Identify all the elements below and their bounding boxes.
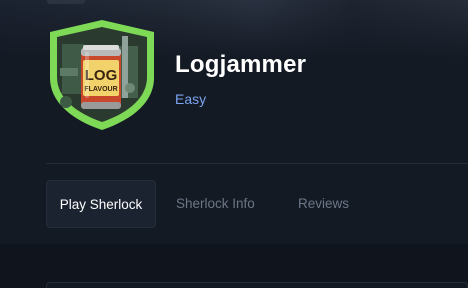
content-card <box>46 282 468 288</box>
tab-reviews[interactable]: Reviews <box>298 180 349 228</box>
sherlock-page: LOG FLAVOUR Logjammer Easy Play Sherlock… <box>0 0 468 288</box>
logo-label-line2: FLAVOUR <box>84 86 117 93</box>
difficulty-label: Easy <box>175 91 207 107</box>
back-button[interactable] <box>47 0 85 4</box>
logo-label-line1: LOG <box>85 67 118 84</box>
tab-play-sherlock[interactable]: Play Sherlock <box>46 180 156 228</box>
shield-icon: LOG FLAVOUR <box>50 20 154 130</box>
sherlock-title: Logjammer <box>175 51 307 78</box>
sherlock-logo: LOG FLAVOUR <box>46 18 158 132</box>
section-divider <box>46 163 468 164</box>
tab-sherlock-info[interactable]: Sherlock Info <box>176 180 255 228</box>
